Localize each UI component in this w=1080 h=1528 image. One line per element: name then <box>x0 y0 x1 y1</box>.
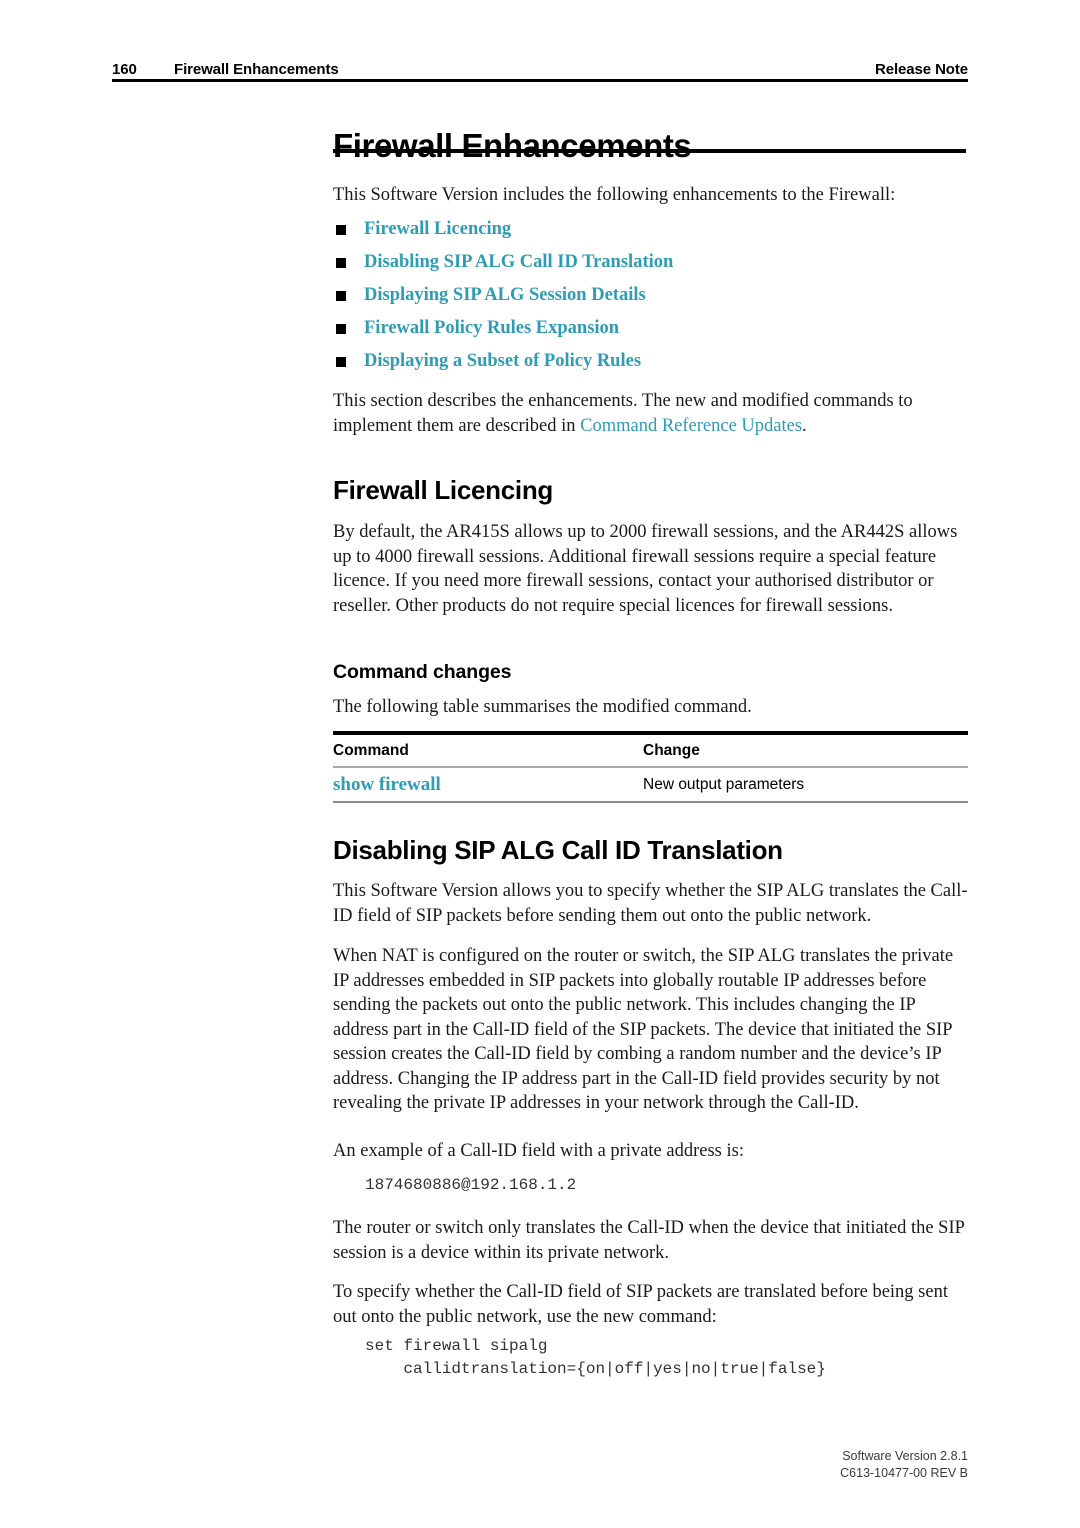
list-item[interactable]: Displaying SIP ALG Session Details <box>333 279 968 312</box>
footer-software-version: Software Version 2.8.1 <box>842 1449 968 1463</box>
firewall-licencing-heading-block: Firewall Licencing <box>333 474 968 506</box>
page-header: 160 Firewall Enhancements Release Note <box>112 48 968 78</box>
list-item[interactable]: Disabling SIP ALG Call ID Translation <box>333 246 968 279</box>
page-footer: Software Version 2.8.1 C613-10477-00 REV… <box>568 1448 968 1482</box>
command-changes-table: Command Change <box>333 735 968 766</box>
firewall-licencing-heading: Firewall Licencing <box>333 475 553 505</box>
enhancements-list: Firewall Licencing Disabling SIP ALG Cal… <box>333 213 968 378</box>
sipalg-paragraph1: This Software Version allows you to spec… <box>333 881 968 926</box>
sipalg-paragraph2-block: When NAT is configured on the router or … <box>333 944 968 1116</box>
firewall-licencing-paragraph: By default, the AR415S allows up to 2000… <box>333 522 958 616</box>
set-firewall-sipalg-command: set firewall sipalg callidtranslation={o… <box>365 1337 826 1378</box>
column-header-command: Command <box>333 742 409 759</box>
command-changes-intro-block: The following table summarises the modif… <box>333 695 968 720</box>
intro-lead-text: This Software Version includes the follo… <box>333 185 896 205</box>
document-page: 160 Firewall Enhancements Release Note F… <box>0 0 1080 1528</box>
header-left-group: 160 Firewall Enhancements <box>112 61 339 78</box>
section-description-text: This section describes the enhancements.… <box>333 389 968 438</box>
sipalg-command-code-block: set firewall sipalg callidtranslation={o… <box>365 1335 968 1381</box>
square-bullet-icon <box>336 291 346 301</box>
page-number: 160 <box>112 61 137 78</box>
square-bullet-icon <box>336 324 346 334</box>
square-bullet-icon <box>336 225 346 235</box>
header-rule <box>112 79 968 82</box>
sipalg-paragraph3-block: The router or switch only translates the… <box>333 1216 968 1265</box>
command-changes-table-body: show firewall New output parameters <box>333 768 968 801</box>
table-row: show firewall New output parameters <box>333 768 968 801</box>
section-description-suffix: . <box>802 415 807 436</box>
list-item[interactable]: Displaying a Subset of Policy Rules <box>333 345 968 378</box>
sipalg-heading-block: Disabling SIP ALG Call ID Translation <box>333 834 968 866</box>
header-document-type: Release Note <box>874 61 968 78</box>
sipalg-paragraph2: When NAT is configured on the router or … <box>333 946 954 1113</box>
command-changes-table-block: Command Change show firewall New output … <box>333 731 968 803</box>
callid-example-code: 1874680886@192.168.1.2 <box>365 1176 577 1194</box>
column-header-change: Change <box>643 742 700 759</box>
list-item-label[interactable]: Disabling SIP ALG Call ID Translation <box>364 252 673 272</box>
command-reference-updates-link[interactable]: Command Reference Updates <box>580 416 802 436</box>
table-header-row: Command Change <box>333 735 968 766</box>
header-chapter-title: Firewall Enhancements <box>174 61 339 78</box>
sipalg-example-code-block: 1874680886@192.168.1.2 <box>365 1174 968 1197</box>
firewall-licencing-paragraph-block: By default, the AR415S allows up to 2000… <box>333 520 968 618</box>
section-description-block: This section describes the enhancements.… <box>333 389 968 438</box>
sipalg-example-intro: An example of a Call-ID field with a pri… <box>333 1141 744 1161</box>
list-item[interactable]: Firewall Policy Rules Expansion <box>333 312 968 345</box>
table-bottom-rule <box>333 801 968 803</box>
list-item[interactable]: Firewall Licencing <box>333 213 968 246</box>
square-bullet-icon <box>336 258 346 268</box>
page-title: Firewall Enhancements <box>333 127 692 165</box>
sipalg-paragraph1-block: This Software Version allows you to spec… <box>333 879 968 928</box>
list-item-label[interactable]: Displaying a Subset of Policy Rules <box>364 351 641 371</box>
square-bullet-icon <box>336 357 346 367</box>
command-changes-heading: Command changes <box>333 661 512 683</box>
list-item-label[interactable]: Displaying SIP ALG Session Details <box>364 285 646 305</box>
sipalg-example-intro-block: An example of a Call-ID field with a pri… <box>333 1139 968 1164</box>
sipalg-paragraph3: The router or switch only translates the… <box>333 1218 965 1263</box>
table-body: show firewall New output parameters <box>333 768 968 801</box>
footer-part-number: C613-10477-00 REV B <box>840 1466 968 1480</box>
sipalg-heading: Disabling SIP ALG Call ID Translation <box>333 835 783 865</box>
intro-lead-block: This Software Version includes the follo… <box>333 183 968 208</box>
table-head: Command Change <box>333 735 968 766</box>
cell-command-show-firewall[interactable]: show firewall <box>333 768 643 801</box>
bullet-list: Firewall Licencing Disabling SIP ALG Cal… <box>333 213 968 378</box>
cell-change-description: New output parameters <box>643 776 805 793</box>
title-rule <box>333 149 966 153</box>
list-item-label[interactable]: Firewall Licencing <box>364 219 511 239</box>
sipalg-paragraph4: To specify whether the Call-ID field of … <box>333 1282 948 1327</box>
sipalg-paragraph4-block: To specify whether the Call-ID field of … <box>333 1280 968 1329</box>
list-item-label[interactable]: Firewall Policy Rules Expansion <box>364 318 619 338</box>
command-changes-intro: The following table summarises the modif… <box>333 697 752 717</box>
command-changes-heading-block: Command changes <box>333 659 968 685</box>
